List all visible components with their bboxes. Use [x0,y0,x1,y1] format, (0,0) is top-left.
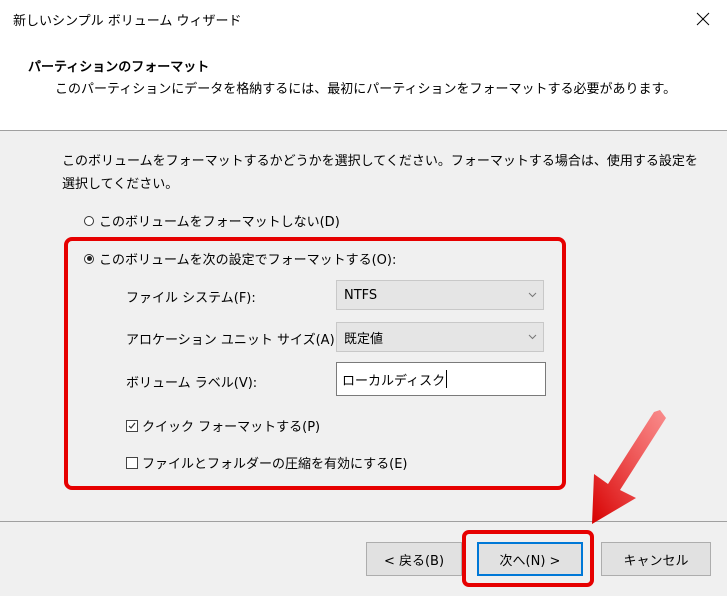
radio-button[interactable] [84,215,94,226]
quick-format-checkbox[interactable] [126,419,138,432]
volume-label-value: ローカルディスク [342,373,446,389]
file-system-label: ファイル システム(F): [126,291,256,306]
title-bar: 新しいシンプル ボリューム ウィザード [0,0,727,38]
volume-label-input[interactable]: ローカルディスク [336,362,546,396]
radio-no-format[interactable]: このボリュームをフォーマットしない(D) [84,211,340,230]
radio-format[interactable]: このボリュームを次の設定でフォーマットする(O): [84,249,396,268]
wizard-header: パーティションのフォーマット このパーティションにデータを格納するには、最初にパ… [0,38,727,131]
quick-format-label: クイック フォーマットする(P) [142,420,321,435]
allocation-unit-select[interactable]: 既定値 [336,322,544,352]
chevron-down-icon [521,334,543,340]
page-subtitle: このパーティションにデータを格納するには、最初にパーティションをフォーマットする… [55,82,677,97]
compression-checkbox-row[interactable]: ファイルとフォルダーの圧縮を有効にする(E) [126,453,408,472]
checkmark-icon [128,422,136,429]
allocation-unit-label: アロケーション ユニット サイズ(A): [126,333,340,348]
compression-checkbox[interactable] [126,456,138,469]
compression-label: ファイルとフォルダーの圧縮を有効にする(E) [142,457,408,472]
allocation-unit-value: 既定値 [344,331,384,347]
radio-format-label: このボリュームを次の設定でフォーマットする(O): [99,253,397,268]
cancel-button[interactable]: キャンセル [601,542,711,576]
file-system-select[interactable]: NTFS [336,280,544,310]
text-caret [446,370,448,388]
chevron-down-icon [521,292,543,298]
window-title: 新しいシンプル ボリューム ウィザード [13,14,242,29]
quick-format-checkbox-row[interactable]: クイック フォーマットする(P) [126,416,320,435]
next-button[interactable]: 次へ(N) > [477,542,583,576]
close-icon [696,12,710,26]
radio-no-format-label: このボリュームをフォーマットしない(D) [99,215,340,230]
volume-label-label: ボリューム ラベル(V): [126,376,258,391]
back-button[interactable]: < 戻る(B) [366,542,462,576]
close-button[interactable] [687,4,719,34]
file-system-value: NTFS [344,287,378,303]
instruction-text: このボリュームをフォーマットするかどうかを選択してください。フォーマットする場合… [62,154,698,192]
radio-button-selected[interactable] [84,253,94,264]
page-title: パーティションのフォーマット [28,60,210,75]
